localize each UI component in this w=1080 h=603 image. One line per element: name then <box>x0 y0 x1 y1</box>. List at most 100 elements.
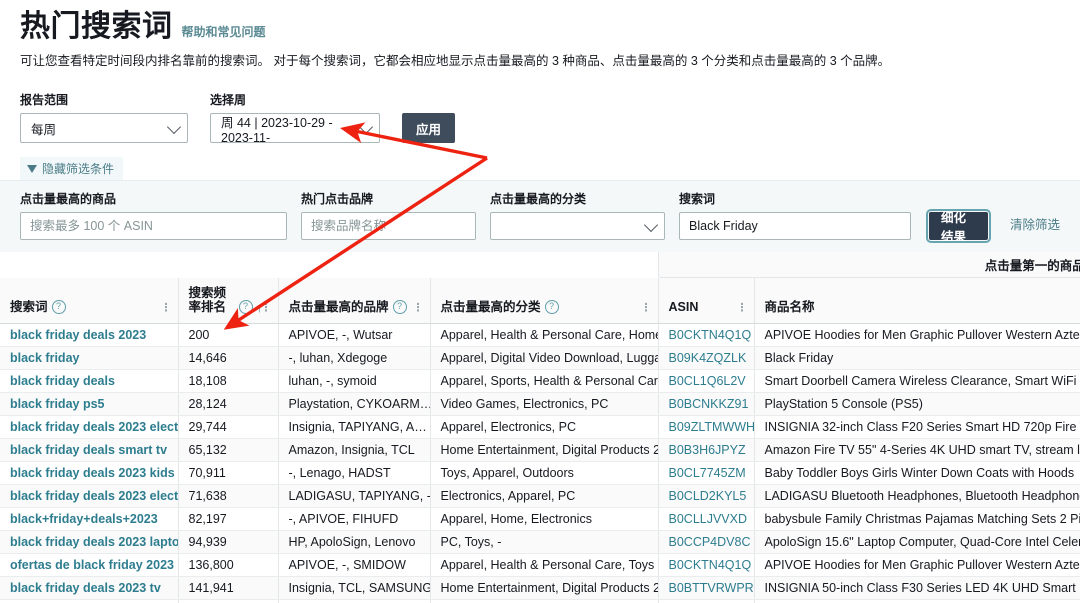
table-row[interactable]: early black friday deals173,180-, SMIDOW… <box>0 599 1080 603</box>
cell-asin[interactable]: B0CCP4DV8C <box>657 530 754 554</box>
cell-asin-link[interactable]: B09ZLTMWWH <box>669 420 755 434</box>
cell-search-term[interactable]: black friday deals 2023 <box>0 323 178 347</box>
top-category-select[interactable] <box>490 212 665 240</box>
help-icon[interactable]: ? <box>238 299 253 314</box>
table-row[interactable]: black+friday+deals+2023 82,197 -, APIVOE, … <box>0 507 1080 531</box>
cell-search-term[interactable]: black friday deals smart tv <box>0 438 178 462</box>
cell-search-term[interactable]: black friday <box>0 346 178 370</box>
cell-asin-link[interactable]: B0BTTVRWPR <box>669 581 754 595</box>
cell-asin-link[interactable]: B0CKTN4Q1Q <box>669 328 752 342</box>
table-row[interactable]: black friday deals smart tv 65,132 Amazon,… <box>0 438 1080 462</box>
col-header-product-name[interactable]: 商品名称 <box>753 276 1080 324</box>
cell-search-term-link[interactable]: black friday deals 2023 laptops <box>10 535 178 549</box>
col-header-top-category[interactable]: 点击量最高的分类 ? ⋮ <box>429 277 658 324</box>
table-row[interactable]: black friday deals 2023 electronic71,638… <box>0 484 1080 508</box>
cell-asin-link[interactable]: B0CKTN4Q1Q <box>669 558 752 572</box>
cell-search-term-link[interactable]: black friday deals smart tv <box>10 443 167 457</box>
cell-search-frequency-rank: 71,638 <box>177 484 278 508</box>
cell-product-name: ApoloSign 15.6" Laptop Computer, Quad-Co… <box>753 530 1080 554</box>
cell-asin[interactable]: B0CKTN4Q1Q <box>657 553 754 577</box>
cell-asin[interactable]: B0CL7745ZM <box>657 461 754 485</box>
cell-asin-link[interactable]: B0BCNKKZ91 <box>669 397 749 411</box>
cell-asin[interactable]: B0BTTVRWPR <box>657 576 754 600</box>
table-row[interactable]: black friday deals 18,108 luhan, -, symoid… <box>0 369 1080 393</box>
apply-button[interactable]: 应用 <box>402 113 456 143</box>
col-header-top-brand[interactable]: 点击量最高的品牌 ? ⋮ <box>277 277 430 324</box>
cell-search-term-link[interactable]: black+friday+deals+2023 <box>10 512 158 526</box>
cell-top-brand: -, luhan, Xdegoge <box>277 346 430 370</box>
cell-asin-link[interactable]: B0CL7745ZM <box>669 466 746 480</box>
cell-asin-link[interactable]: B0CL1Q6L2V <box>669 374 746 388</box>
cell-search-term[interactable]: black friday deals <box>0 369 178 393</box>
table-row[interactable]: black friday 14,646 -, luhan, Xdegoge Appar… <box>0 346 1080 370</box>
cell-search-frequency-rank: 141,941 <box>177 576 278 600</box>
cell-search-term[interactable]: ofertas de black friday 2023 <box>0 553 178 577</box>
cell-search-term-link[interactable]: black friday deals 2023 kids <box>10 466 175 480</box>
table-row[interactable]: black friday deals 2023 200 APIVOE, -, Wut… <box>0 323 1080 347</box>
table-header-row: 搜索词 ? ⋮ 搜索频率排名 ? ↑ ⋮ 点击量最高的品牌 ? ⋮ 点击量最高的… <box>0 276 1080 324</box>
cell-asin[interactable]: B0BCNKKZ91 <box>657 392 754 416</box>
cell-asin-link[interactable]: B0CCP4DV8C <box>669 535 751 549</box>
top-product-input[interactable] <box>20 212 287 240</box>
cell-search-frequency-rank: 136,800 <box>177 553 278 577</box>
cell-search-term-link[interactable]: ofertas de black friday 2023 <box>10 558 174 572</box>
help-and-faq-link[interactable]: 帮助和常见问题 <box>182 23 266 40</box>
cell-search-term-link[interactable]: black friday deals <box>10 374 115 388</box>
cell-top-category: Apparel, Health & Personal Care, Toys <box>429 553 658 577</box>
cell-search-term[interactable]: black friday deals 2023 electronic <box>0 484 178 508</box>
cell-asin-link[interactable]: B0CLD2KYL5 <box>669 489 747 503</box>
col-header-search-frequency-rank[interactable]: 搜索频率排名 ? ↑ ⋮ <box>177 277 278 324</box>
cell-search-term-link[interactable]: black friday deals 2023 <box>10 328 146 342</box>
cell-top-category: Electronics, Apparel, PC <box>429 484 658 508</box>
col-header-search-term[interactable]: 搜索词 ? ⋮ <box>0 277 178 324</box>
table-row[interactable]: black friday deals 2023 kids 70,911 -, Len… <box>0 461 1080 485</box>
cell-asin-link[interactable]: B09K4ZQZLK <box>669 351 747 365</box>
cell-search-term[interactable]: early black friday deals <box>0 599 178 603</box>
cell-search-term-link[interactable]: black friday deals 2023 electronic <box>10 489 178 503</box>
cell-asin[interactable]: B09ZLTMWWH <box>657 415 755 439</box>
column-menu-icon[interactable]: ⋮ <box>737 302 748 313</box>
clear-filters-link[interactable]: 清除筛选 <box>1010 214 1060 233</box>
search-terms-table-container[interactable]: 点击量第一的商品 ? 搜索词 ? ⋮ 搜索频率排名 ? <box>0 252 1080 603</box>
cell-search-term-link[interactable]: black friday deals 2023 electronic <box>10 420 178 434</box>
table-row[interactable]: black friday deals 2023 tv 141,941 Insigni… <box>0 576 1080 600</box>
cell-asin[interactable]: B09K4ZQZLK <box>657 346 754 370</box>
cell-top-category: Apparel, Sports, Health & Personal Care <box>429 369 658 393</box>
cell-search-term-link[interactable]: black friday <box>10 351 79 365</box>
cell-asin[interactable]: B0CLLJVVXD <box>657 507 754 531</box>
column-menu-icon[interactable]: ⋮ <box>161 302 172 313</box>
cell-search-term[interactable]: black friday deals 2023 kids <box>0 461 178 485</box>
cell-asin-link[interactable]: B0CLLJVVXD <box>669 512 748 526</box>
column-menu-icon[interactable]: ⋮ <box>261 302 272 313</box>
week-select[interactable]: 周 44 | 2023-10-29 - 2023-11- <box>210 113 380 145</box>
cell-search-term[interactable]: black+friday+deals+2023 <box>0 507 178 531</box>
cell-asin[interactable]: B0B3H6JPYZ <box>657 438 754 462</box>
cell-search-term-link[interactable]: black friday deals 2023 tv <box>10 581 161 595</box>
cell-search-term[interactable]: black friday ps5 <box>0 392 178 416</box>
cell-asin[interactable]: B0CLD64M29 <box>657 599 754 603</box>
table-row[interactable]: black friday deals 2023 laptops 94,939 HP,… <box>0 530 1080 554</box>
top-brand-input[interactable] <box>301 212 476 240</box>
help-icon[interactable]: ? <box>392 299 407 314</box>
cell-search-term-link[interactable]: black friday ps5 <box>10 397 105 411</box>
filter-toggle[interactable]: 隐藏筛选条件 <box>20 157 124 180</box>
table-row[interactable]: black friday deals 2023 electronic29,744… <box>0 415 1080 439</box>
help-icon[interactable]: ? <box>51 299 66 314</box>
cell-search-term[interactable]: black friday deals 2023 laptops <box>0 530 178 554</box>
cell-asin[interactable]: B0CKTN4Q1Q <box>657 323 754 347</box>
col-header-asin[interactable]: ASIN ⋮ <box>657 276 754 324</box>
column-menu-icon[interactable]: ⋮ <box>413 302 424 313</box>
cell-asin-link[interactable]: B0B3H6JPYZ <box>669 443 746 457</box>
report-range-value: 每周 <box>31 122 57 137</box>
cell-search-term[interactable]: black friday deals 2023 tv <box>0 576 178 600</box>
help-icon[interactable]: ? <box>544 299 559 314</box>
refine-results-button[interactable]: 细化结果 <box>926 209 991 244</box>
column-menu-icon[interactable]: ⋮ <box>641 302 652 313</box>
cell-search-term[interactable]: black friday deals 2023 electronic <box>0 415 178 439</box>
cell-asin[interactable]: B0CL1Q6L2V <box>657 369 754 393</box>
cell-asin[interactable]: B0CLD2KYL5 <box>657 484 754 508</box>
search-term-input[interactable] <box>679 212 911 240</box>
table-row[interactable]: ofertas de black friday 2023 136,800 APIVO… <box>0 553 1080 577</box>
table-row[interactable]: black friday ps5 28,124 Playstation, CYKOA… <box>0 392 1080 416</box>
report-range-select[interactable]: 每周 <box>20 113 188 143</box>
